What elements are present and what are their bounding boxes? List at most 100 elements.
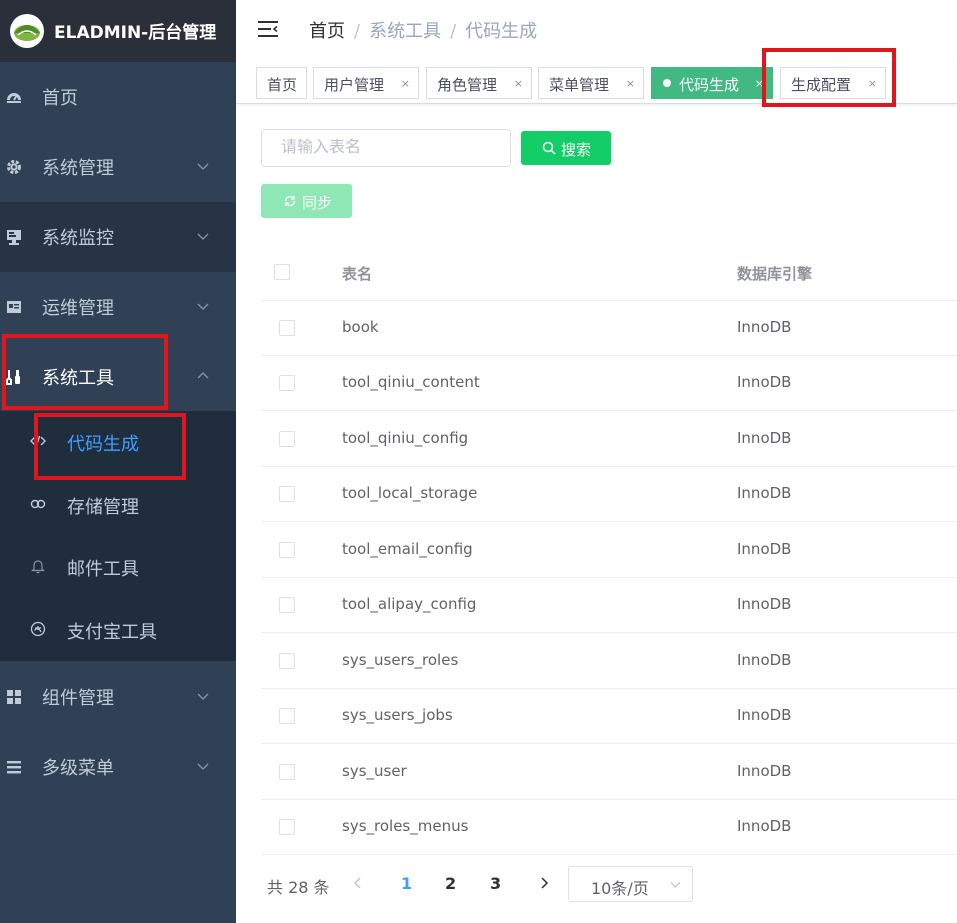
cell-engine: InnoDB (737, 817, 792, 835)
table-row[interactable]: tool_email_config InnoDB (261, 522, 957, 578)
tag-label: 首页 (267, 76, 298, 94)
tag-label: 用户管理 (324, 76, 385, 94)
hamburger-icon[interactable] (258, 19, 278, 39)
sidebar-item-system-management[interactable]: 系统管理 (0, 132, 236, 202)
close-icon[interactable]: × (514, 77, 523, 90)
tag-user-management[interactable]: 用户管理 × (313, 67, 419, 99)
sidebar-item-system-tools[interactable]: 系统工具 (0, 342, 236, 412)
chevron-down-icon (197, 303, 209, 310)
submenu-item-storage[interactable]: 存储管理 (0, 474, 236, 536)
row-checkbox[interactable] (279, 320, 295, 336)
chevron-down-icon (197, 763, 209, 770)
cell-engine: InnoDB (737, 373, 792, 391)
table-row[interactable]: tool_qiniu_content InnoDB (261, 355, 957, 411)
row-checkbox[interactable] (279, 375, 295, 391)
breadcrumb: 首页 / 系统工具 / 代码生成 (309, 17, 537, 43)
tools-icon (6, 370, 20, 385)
submenu-item-label: 邮件工具 (67, 559, 139, 580)
tags-view: 首页 用户管理 × 角色管理 × 菜单管理 × 代码生成 × 生成配置 × (236, 62, 957, 104)
dashboard-icon (7, 93, 21, 103)
pagination: 共 28 条 1 2 3 10条/页 (261, 866, 957, 902)
close-icon[interactable]: × (755, 77, 764, 90)
row-checkbox[interactable] (279, 431, 295, 447)
tag-label: 菜单管理 (549, 76, 610, 94)
breadcrumb-separator: / (354, 21, 361, 42)
cell-table-name: book (342, 318, 379, 336)
search-button[interactable]: 搜索 (521, 131, 611, 165)
chevron-down-icon (670, 882, 681, 888)
chevron-right-icon[interactable] (537, 876, 551, 890)
tag-code-gen[interactable]: 代码生成 × (651, 67, 773, 99)
cell-engine: InnoDB (737, 651, 792, 669)
pagination-total: 共 28 条 (267, 878, 330, 897)
tag-role-management[interactable]: 角色管理 × (426, 67, 532, 99)
close-icon[interactable]: × (626, 77, 635, 90)
close-icon[interactable]: × (401, 77, 410, 90)
row-checkbox[interactable] (279, 764, 295, 780)
page-size-value: 10条/页 (591, 879, 649, 898)
storage-icon (30, 499, 46, 509)
sidebar-item-nested-menu[interactable]: 多级菜单 (0, 732, 236, 802)
submenu-item-label: 代码生成 (67, 434, 139, 455)
row-checkbox[interactable] (279, 486, 295, 502)
sidebar-item-label: 运维管理 (42, 298, 114, 319)
row-checkbox[interactable] (279, 819, 295, 835)
cell-table-name: sys_roles_menus (342, 817, 469, 835)
active-dot-icon (663, 79, 671, 87)
sidebar: ELADMIN-后台管理 首页 系统管理 系统监控 运维管理 系统工具 代码生成… (0, 0, 236, 923)
chevron-down-icon (197, 693, 209, 700)
monitor-icon (7, 230, 21, 245)
sidebar-item-home[interactable]: 首页 (0, 62, 236, 132)
submenu-item-mail[interactable]: 邮件工具 (0, 536, 236, 598)
tag-menu-management[interactable]: 菜单管理 × (538, 67, 644, 99)
cell-engine: InnoDB (737, 429, 792, 447)
column-header-engine: 数据库引擎 (737, 265, 813, 283)
table-row[interactable]: sys_roles_menus InnoDB (261, 799, 957, 855)
grid-icon (7, 690, 21, 704)
close-icon[interactable]: × (868, 77, 877, 90)
submenu-item-label: 存储管理 (67, 497, 139, 518)
chevron-up-icon (197, 372, 209, 379)
table-row[interactable]: tool_qiniu_config InnoDB (261, 411, 957, 467)
code-icon (30, 435, 46, 447)
table-row[interactable]: sys_users_roles InnoDB (261, 633, 957, 689)
row-checkbox[interactable] (279, 653, 295, 669)
cell-table-name: sys_users_roles (342, 651, 459, 669)
breadcrumb-home[interactable]: 首页 (309, 21, 345, 42)
sidebar-item-label: 首页 (42, 88, 78, 109)
row-checkbox[interactable] (279, 597, 295, 613)
submenu-item-label: 支付宝工具 (67, 622, 157, 643)
cell-table-name: tool_local_storage (342, 484, 478, 502)
page-size-select[interactable]: 10条/页 (568, 866, 693, 902)
sidebar-item-ops-management[interactable]: 运维管理 (0, 272, 236, 342)
row-checkbox[interactable] (279, 542, 295, 558)
page-2[interactable]: 2 (445, 874, 456, 893)
table-row[interactable]: book InnoDB (261, 300, 957, 356)
row-checkbox[interactable] (279, 708, 295, 724)
column-header-name: 表名 (342, 265, 373, 283)
sidebar-item-system-monitor[interactable]: 系统监控 (0, 202, 236, 272)
tag-label: 代码生成 (679, 76, 740, 94)
tag-gen-config[interactable]: 生成配置 × (780, 67, 886, 99)
alipay-icon (30, 621, 46, 637)
submenu-item-alipay[interactable]: 支付宝工具 (0, 599, 236, 661)
chevron-left-icon[interactable] (351, 876, 365, 890)
submenu-item-code-gen[interactable]: 代码生成 (0, 411, 236, 473)
table-row[interactable]: sys_users_jobs InnoDB (261, 688, 957, 744)
page-3[interactable]: 3 (490, 874, 501, 893)
table-row[interactable]: tool_alipay_config InnoDB (261, 577, 957, 633)
sync-button[interactable]: 同步 (261, 184, 352, 218)
cell-table-name: tool_alipay_config (342, 595, 477, 613)
table-row[interactable]: tool_local_storage InnoDB (261, 466, 957, 522)
sidebar-item-components[interactable]: 组件管理 (0, 662, 236, 732)
breadcrumb-code-gen: 代码生成 (465, 21, 538, 42)
cell-table-name: tool_qiniu_content (342, 373, 480, 391)
select-all-checkbox[interactable] (274, 264, 290, 280)
tag-home[interactable]: 首页 (256, 67, 307, 99)
table-name-search-input[interactable] (261, 129, 511, 167)
cell-table-name: tool_email_config (342, 540, 473, 558)
cell-table-name: tool_qiniu_config (342, 429, 469, 447)
table-row[interactable]: sys_user InnoDB (261, 744, 957, 800)
sync-button-label: 同步 (302, 194, 333, 212)
page-1[interactable]: 1 (401, 874, 412, 893)
